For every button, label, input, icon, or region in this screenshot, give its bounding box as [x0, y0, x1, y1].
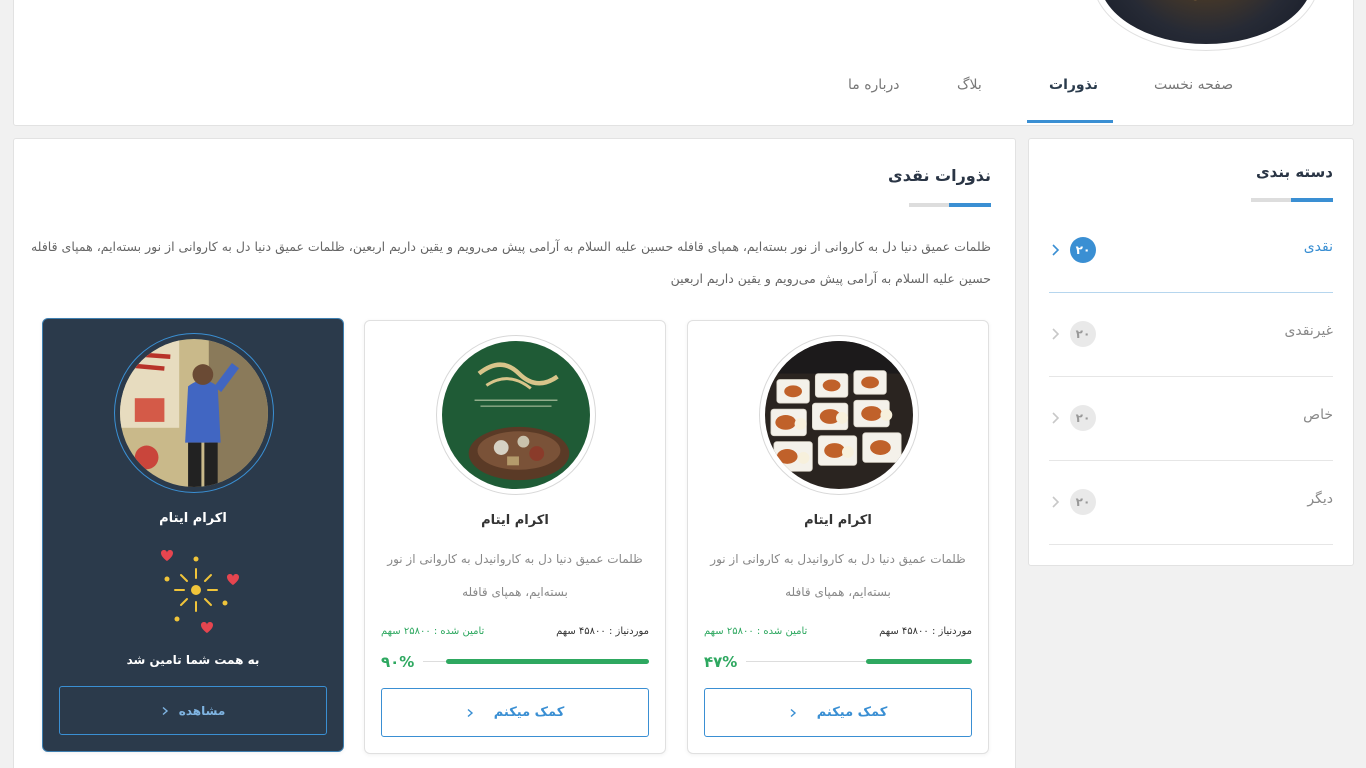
fireworks-icon — [161, 550, 239, 633]
tab-home[interactable]: صفحه نخست — [1154, 77, 1233, 93]
tab-nozurat[interactable]: نذورات — [1049, 77, 1098, 93]
sidebar-item-noncash[interactable]: غیرنقدی ۲۰ — [1049, 293, 1333, 377]
sidebar-title-bar — [1251, 198, 1333, 202]
chevron-right-icon — [467, 708, 473, 717]
donation-card: اکرام ایتام ظلمات عمیق دنیا دل به کاروان… — [687, 320, 989, 754]
page-title-bar — [909, 203, 991, 207]
required-shares: موردنیاز : ۴۵۸۰۰ سهم — [556, 626, 649, 637]
sidebar-item-special[interactable]: خاص ۲۰ — [1049, 377, 1333, 461]
funded-shares: تامین شده : ۲۵۸۰۰ سهم — [704, 626, 808, 637]
card-title: اکرام ایتام — [159, 511, 227, 526]
count-badge: ۲۰ — [1070, 321, 1096, 347]
active-tab-indicator — [1027, 120, 1113, 123]
count-badge: ۲۰ — [1070, 237, 1096, 263]
sidebar-item-label: خاص — [1303, 407, 1333, 423]
tab-about[interactable]: درباره ما — [848, 77, 899, 93]
view-button-label: مشاهده — [178, 703, 226, 718]
card-image-frame — [759, 335, 919, 495]
count-badge: ۲۰ — [1070, 405, 1096, 431]
progress-bar — [423, 659, 649, 664]
card-title: اکرام ایتام — [481, 513, 549, 528]
help-button[interactable]: کمک میکنم — [381, 688, 649, 737]
sidebar-item-label: غیرنقدی — [1284, 323, 1333, 339]
avatar-image — [1099, 0, 1313, 44]
chevron-right-icon — [162, 706, 168, 715]
profile-avatar — [1092, 0, 1320, 51]
category-sidebar: دسته بندی نقدی ۲۰ غیرنقدی ۲۰ خاص ۲۰ دیگر… — [1028, 138, 1354, 566]
card-description: ظلمات عمیق دنیا دل به کاروانیدل به کاروا… — [387, 552, 643, 599]
funded-shares: تامین شده : ۲۵۸۰۰ سهم — [381, 626, 485, 637]
chevron-right-icon — [1052, 328, 1060, 340]
sidebar-title: دسته بندی — [1255, 163, 1333, 181]
progress-percent: ۴۷% — [704, 653, 738, 671]
view-button[interactable]: مشاهده — [59, 686, 327, 735]
sidebar-item-other[interactable]: دیگر ۲۰ — [1049, 461, 1333, 545]
site-header: صفحه نخست نذورات بلاگ درباره ما — [13, 0, 1354, 126]
sidebar-item-label: دیگر — [1307, 491, 1333, 507]
nazr-poster-image — [442, 341, 590, 489]
progress-bar — [746, 659, 972, 664]
chevron-right-icon — [1052, 244, 1060, 256]
card-description: ظلمات عمیق دنیا دل به کاروانیدل به کاروا… — [710, 552, 966, 599]
page-description: ظلمات عمیق دنیا دل به کاروانی از نور بست… — [30, 239, 991, 286]
funded-message: به همت شما تامین شد — [126, 653, 260, 667]
donation-card: اکرام ایتام ظلمات عمیق دنیا دل به کاروان… — [364, 320, 666, 754]
sidebar-item-cash[interactable]: نقدی ۲۰ — [1049, 209, 1333, 293]
boy-at-door-image — [120, 339, 268, 487]
chevron-right-icon — [1052, 496, 1060, 508]
card-image-frame — [436, 335, 596, 495]
required-shares: موردنیاز : ۴۵۸۰۰ سهم — [879, 626, 972, 637]
chevron-right-icon — [790, 708, 796, 717]
page-title: نذورات نقدی — [888, 166, 991, 185]
help-button[interactable]: کمک میکنم — [704, 688, 972, 737]
progress-fill — [865, 659, 972, 664]
card-title: اکرام ایتام — [804, 513, 872, 528]
count-badge: ۲۰ — [1070, 489, 1096, 515]
card-image-frame — [114, 333, 274, 493]
help-button-label: کمک میکنم — [493, 705, 565, 720]
tab-blog[interactable]: بلاگ — [957, 77, 982, 93]
food-trays-image — [765, 341, 913, 489]
donation-card-funded: اکرام ایتام به همت شما تامین شد مشاهده — [42, 318, 344, 752]
progress-percent: ۹۰% — [381, 653, 415, 671]
sidebar-item-label: نقدی — [1303, 239, 1333, 255]
chevron-right-icon — [1052, 412, 1060, 424]
help-button-label: کمک میکنم — [816, 705, 888, 720]
progress-fill — [445, 659, 649, 664]
